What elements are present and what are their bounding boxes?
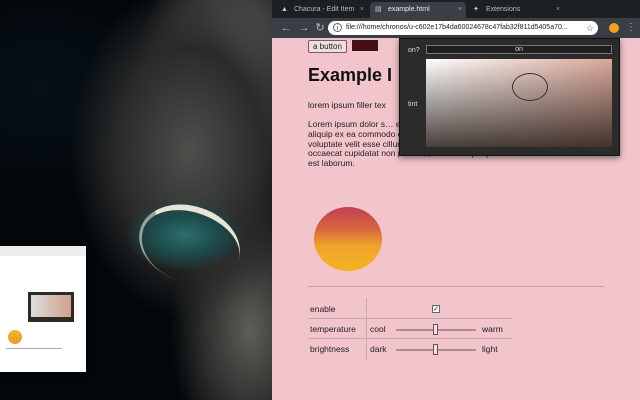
slider-max-label: light <box>482 344 498 354</box>
address-bar[interactable]: i file:///home/chronos/u-c602e17b4da6002… <box>328 21 598 35</box>
tab-chacura[interactable]: ▲ Chacura - Edit Item × <box>276 2 368 18</box>
drive-icon: ▲ <box>281 6 288 13</box>
picker-cursor[interactable] <box>512 73 548 101</box>
puzzle-icon: ✦ <box>473 6 479 13</box>
tab-label: Chacura - Edit Item <box>294 6 355 13</box>
row-divider <box>308 318 512 319</box>
control-row-temperature: temperature cool warm <box>308 318 518 340</box>
close-icon[interactable]: × <box>458 2 462 18</box>
tab-example[interactable]: ▤ example.html × <box>370 2 466 18</box>
temperature-slider-thumb[interactable] <box>433 324 438 335</box>
control-label: temperature <box>310 324 356 334</box>
thumbnail-controls <box>6 348 62 367</box>
column-divider <box>366 318 367 340</box>
slider-min-label: cool <box>370 324 386 334</box>
tab-label: example.html <box>388 6 430 13</box>
extension-button[interactable] <box>606 20 622 36</box>
control-row-brightness: brightness dark light <box>308 338 518 360</box>
color-input[interactable] <box>352 40 378 51</box>
thumbnail-popup <box>28 292 74 322</box>
wallpaper-beach <box>128 191 251 297</box>
tab-extensions[interactable]: ✦ Extensions × <box>468 2 564 18</box>
a-button[interactable]: a button <box>308 40 347 53</box>
url-text[interactable]: file:///home/chronos/u-c602e17b4da600246… <box>346 21 576 35</box>
horizontal-rule <box>308 286 604 287</box>
browser-toolbar: ← → ↻ i file:///home/chronos/u-c602e17b4… <box>272 18 640 38</box>
slider-min-label: dark <box>370 344 387 354</box>
kebab-menu-icon[interactable]: ⋮ <box>624 20 638 36</box>
column-divider <box>366 298 367 320</box>
extension-popup: on? on tint <box>399 38 620 156</box>
close-icon[interactable]: × <box>556 2 560 18</box>
on-label: on? <box>408 47 420 54</box>
tint-color-picker[interactable] <box>426 59 612 147</box>
info-icon[interactable]: i <box>333 23 342 32</box>
tint-label: tint <box>408 101 418 108</box>
tab-strip: ▲ Chacura - Edit Item × ▤ example.html ×… <box>272 0 640 18</box>
page-icon: ▤ <box>375 6 382 13</box>
page-title: Example I <box>308 65 393 85</box>
row-divider <box>308 338 512 339</box>
tab-label: Extensions <box>486 6 521 13</box>
thumbnail-titlebar <box>0 246 86 256</box>
control-label: brightness <box>310 344 350 354</box>
filler-text: lorem ipsum filler tex <box>308 100 386 110</box>
column-divider <box>366 338 367 360</box>
on-toggle-button[interactable]: on <box>426 45 612 54</box>
close-icon[interactable]: × <box>360 2 364 18</box>
star-icon[interactable]: ☆ <box>586 21 594 35</box>
sun-circle <box>314 207 382 271</box>
window-thumbnail[interactable] <box>0 246 86 372</box>
slider-max-label: warm <box>482 324 503 334</box>
control-label: enable <box>310 304 336 314</box>
reload-icon[interactable]: ↻ <box>312 20 328 36</box>
control-row-enable: enable ✓ <box>308 298 518 320</box>
forward-arrow-icon[interactable]: → <box>296 20 312 36</box>
brightness-slider-thumb[interactable] <box>433 344 438 355</box>
extension-icon <box>609 23 619 33</box>
enable-checkbox[interactable]: ✓ <box>432 305 440 313</box>
back-arrow-icon[interactable]: ← <box>278 20 294 36</box>
thumbnail-sun-circle <box>8 330 22 344</box>
